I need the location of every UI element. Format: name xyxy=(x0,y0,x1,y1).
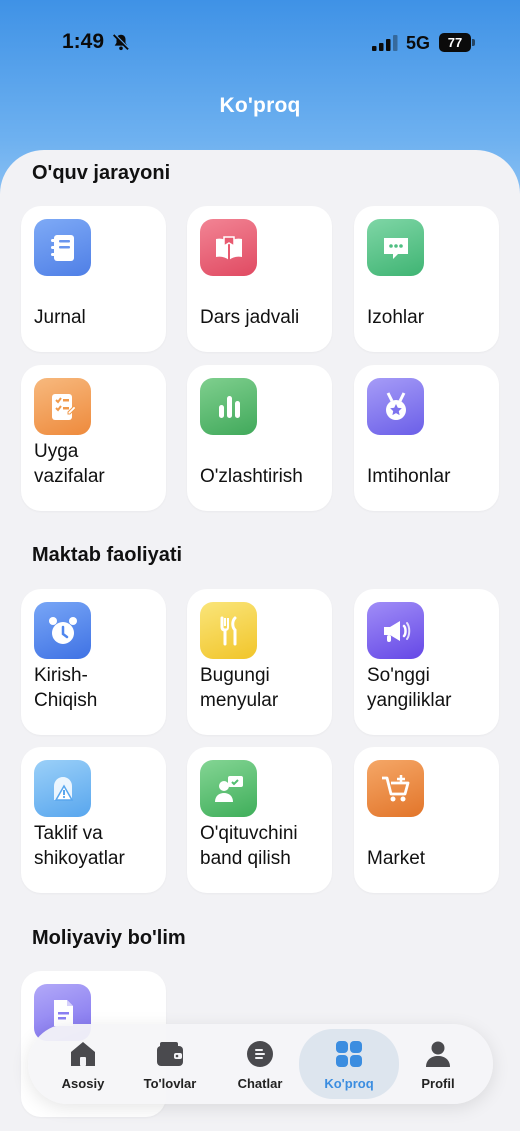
homework-icon xyxy=(34,378,91,435)
tab-profil[interactable]: Profil xyxy=(390,1024,486,1104)
tab-chatlar[interactable]: Chatlar xyxy=(212,1024,308,1104)
section-title-oquv: O'quv jarayoni xyxy=(32,162,171,184)
user-icon xyxy=(426,1041,450,1067)
card-imtihonlar[interactable]: Imtihonlar xyxy=(354,365,499,511)
journal-icon xyxy=(34,219,91,276)
tab-label: Asosiy xyxy=(61,1076,105,1091)
card-label: Izohlar xyxy=(367,307,425,328)
card-kirish-chiqish[interactable]: Kirish-Chiqish xyxy=(21,589,166,735)
card-label: Bugungi menyular xyxy=(200,665,279,711)
tab-bar: Asosiy To'lovlar Chatlar Ko'proq Profil xyxy=(28,1024,493,1104)
megaphone-icon xyxy=(367,602,424,659)
card-dars-jadvali[interactable]: Dars jadvali xyxy=(187,206,332,352)
card-label: So'nggi yangiliklar xyxy=(367,665,452,711)
comment-icon xyxy=(367,219,424,276)
card-label: O'zlashtirish xyxy=(200,466,303,487)
card-label: Market xyxy=(367,848,426,869)
content-sheet: O'quv jarayoni Jurnal Dars jadvali Izohl… xyxy=(0,150,520,1131)
card-label: Jurnal xyxy=(34,307,86,328)
card-bugungi-menyular[interactable]: Bugungi menyular xyxy=(187,589,332,735)
tab-tolovlar[interactable]: To'lovlar xyxy=(122,1024,218,1104)
tab-label: To'lovlar xyxy=(143,1076,197,1091)
battery-icon: 77 xyxy=(439,33,475,52)
tab-label: Profil xyxy=(421,1076,455,1091)
tab-koproq[interactable]: Ko'proq xyxy=(299,1024,399,1104)
warning-icon xyxy=(34,760,91,817)
tab-asosiy[interactable]: Asosiy xyxy=(35,1024,131,1104)
card-label: Dars jadvali xyxy=(200,307,300,328)
fork-knife-icon xyxy=(200,602,257,659)
card-oqituvchini-band-qilish[interactable]: O'qituvchini band qilish xyxy=(187,747,332,893)
card-market[interactable]: Market xyxy=(354,747,499,893)
signal-icon xyxy=(372,35,398,51)
section-title-moliyaviy: Moliyaviy bo'lim xyxy=(32,927,186,949)
card-ozlashtirish[interactable]: O'zlashtirish xyxy=(187,365,332,511)
battery-level: 77 xyxy=(439,33,471,52)
teacher-icon xyxy=(200,760,257,817)
card-label: O'qituvchini band qilish xyxy=(200,823,298,869)
book-icon xyxy=(200,219,257,276)
bar-chart-icon xyxy=(200,378,257,435)
page-title: Ko'proq xyxy=(219,94,301,117)
card-label: Kirish-Chiqish xyxy=(34,665,98,711)
home-icon xyxy=(71,1042,95,1066)
card-izohlar[interactable]: Izohlar xyxy=(354,206,499,352)
wallet-icon xyxy=(157,1042,183,1066)
status-time: 1:49 xyxy=(62,30,105,53)
network-label: 5G xyxy=(406,33,431,53)
card-label: Imtihonlar xyxy=(367,466,451,487)
tab-label: Ko'proq xyxy=(324,1076,374,1091)
card-label: Uyga vazifalar xyxy=(34,441,105,487)
section-title-maktab: Maktab faoliyati xyxy=(32,544,183,566)
cart-icon xyxy=(367,760,424,817)
chat-icon xyxy=(247,1041,273,1067)
bell-muted-icon xyxy=(113,33,130,51)
grid-icon xyxy=(336,1041,362,1067)
medal-icon xyxy=(367,378,424,435)
tab-label: Chatlar xyxy=(237,1076,283,1091)
card-label: Taklif va shikoyatlar xyxy=(34,823,125,869)
card-jurnal[interactable]: Jurnal xyxy=(21,206,166,352)
card-uyga-vazifalar[interactable]: Uyga vazifalar xyxy=(21,365,166,511)
alarm-clock-icon xyxy=(34,602,91,659)
status-bar: 1:49 5G 77 xyxy=(0,0,520,86)
card-taklif-va-shikoyatlar[interactable]: Taklif va shikoyatlar xyxy=(21,747,166,893)
card-songgi-yangiliklar[interactable]: So'nggi yangiliklar xyxy=(354,589,499,735)
